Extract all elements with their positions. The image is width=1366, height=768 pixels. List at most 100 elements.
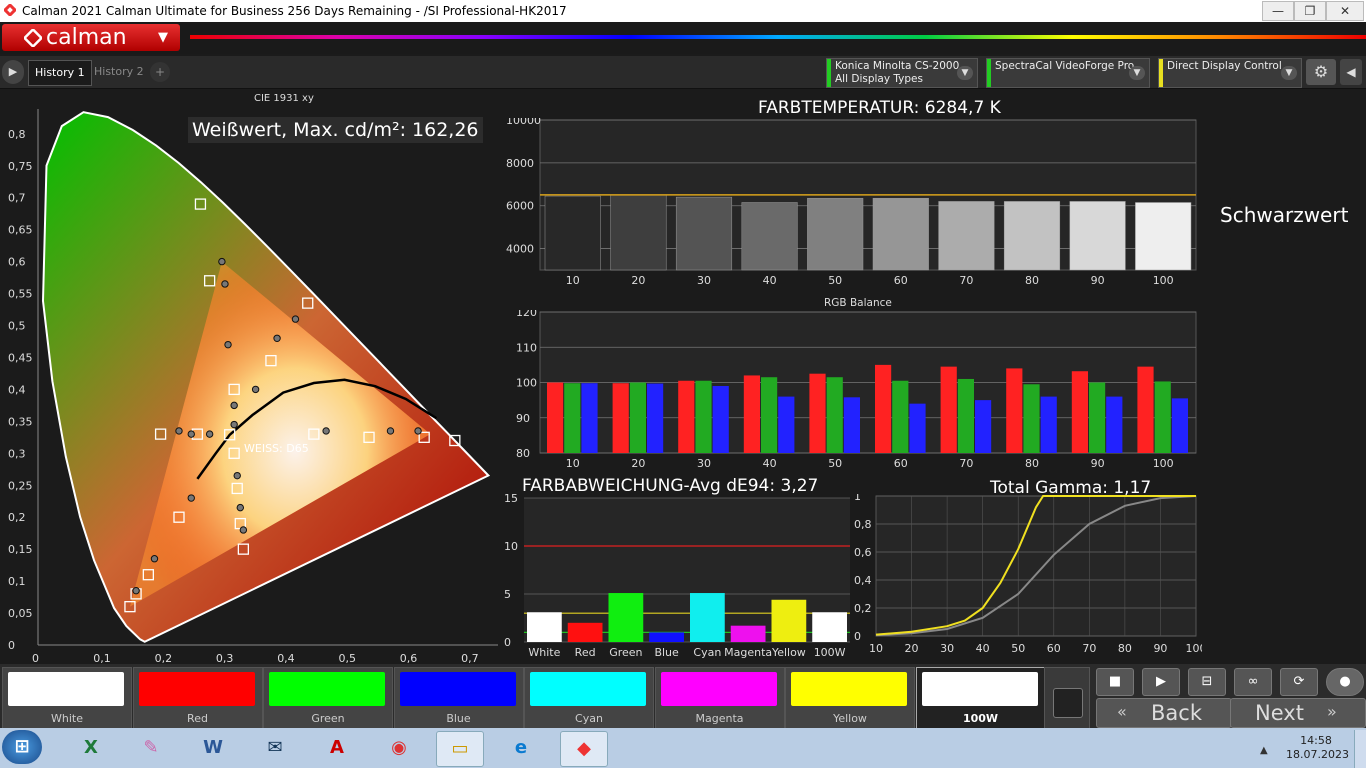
start-button[interactable]: ⊞ <box>2 730 42 764</box>
swatch-color <box>8 672 124 706</box>
gamma-x-tick: 90 <box>1153 642 1167 655</box>
swatch-label: 100W <box>962 712 999 725</box>
rgb-bar-blue <box>1040 396 1057 453</box>
rgb-x-tick: 70 <box>959 457 973 470</box>
rgb-y-tick: 90 <box>516 412 530 425</box>
swatch-100w[interactable]: 100W <box>915 667 1046 729</box>
pattern-toggle[interactable] <box>1044 667 1090 729</box>
swatch-color <box>921 672 1038 706</box>
thunderbird-icon[interactable]: ✉ <box>252 731 298 765</box>
swatch-yellow[interactable]: Yellow <box>785 667 915 729</box>
measured-point <box>187 494 195 502</box>
rgb-bar-red <box>743 375 760 453</box>
collapse-arrow-icon[interactable]: ◀ <box>1340 59 1362 85</box>
maximize-button[interactable]: ❐ <box>1294 1 1326 21</box>
rgb-bar-red <box>1071 371 1088 453</box>
add-tab-button[interactable]: + <box>150 62 170 82</box>
colortemp-title: FARBTEMPERATUR: 6284,7 K <box>758 98 1001 118</box>
display-control-selector[interactable]: Direct Display Control ▼ <box>1158 58 1302 88</box>
swatch-color <box>269 672 385 706</box>
clock[interactable]: 14:58 18.07.2023 <box>1286 734 1349 762</box>
word-icon[interactable]: W <box>190 731 236 765</box>
back-button[interactable]: « Back <box>1096 698 1232 728</box>
rgb-bar-blue <box>778 396 795 453</box>
deltae-y-tick: 5 <box>504 588 511 601</box>
excel-icon[interactable]: X <box>68 731 114 765</box>
colortemp-bar <box>1003 201 1061 271</box>
display-status-stripe <box>1159 59 1163 87</box>
tab-history-1[interactable]: History 1 <box>28 60 92 86</box>
meter-status-stripe <box>827 59 831 87</box>
swatch-blue[interactable]: Blue <box>393 667 524 729</box>
calman-label: calman <box>46 25 127 50</box>
explorer-icon[interactable]: ▭ <box>436 731 484 767</box>
calman-menu-button[interactable]: calman ▼ <box>2 24 180 51</box>
stop-icon[interactable]: ■ <box>1096 668 1134 696</box>
minimize-button[interactable]: — <box>1262 1 1294 21</box>
edge-icon[interactable]: e <box>498 731 544 765</box>
deltae-x-tick: Green <box>609 646 642 659</box>
meter-selector[interactable]: Konica Minolta CS-2000 All Display Types … <box>826 58 978 88</box>
clock-time: 14:58 <box>1300 734 1332 747</box>
gamma-chart: 0 0,2 0,4 0,6 0,8 1 10 20 30 40 50 60 70 80 90 100 <box>854 494 1202 655</box>
rgb-x-tick: 100 <box>1153 457 1174 470</box>
loop-icon[interactable]: ∞ <box>1234 668 1272 696</box>
deltae-bar <box>608 593 644 642</box>
black-level-label: Schwarzwert <box>1220 203 1349 227</box>
swatch-color <box>660 672 777 706</box>
tray-arrow-icon[interactable]: ▲ <box>1260 745 1268 756</box>
measured-point <box>224 340 232 349</box>
title-bar: Calman 2021 Calman Ultimate for Business… <box>0 0 1366 22</box>
swatch-label: Yellow <box>833 712 867 725</box>
rgb-bar-green <box>1089 382 1106 453</box>
swatch-red[interactable]: Red <box>132 667 263 729</box>
gear-icon[interactable]: ⚙ <box>1306 59 1336 85</box>
deltae-chart: 0 5 10 15 White Red Green Blue Cyan Magenta Yellow… <box>504 494 850 659</box>
rgb-bar-blue <box>712 386 729 453</box>
display-control-name: Direct Display Control <box>1167 60 1282 72</box>
gamma-x-tick: 50 <box>1011 642 1025 655</box>
gamma-x-tick: 10 <box>869 642 883 655</box>
swatch-magenta[interactable]: Magenta <box>654 667 785 729</box>
cie-y-tick: 0,4 <box>8 383 26 396</box>
cie-y-tick: 0,6 <box>8 256 26 269</box>
paint-icon[interactable]: ✎ <box>128 731 174 765</box>
next-button[interactable]: Next » <box>1230 698 1366 728</box>
show-desktop-button[interactable] <box>1354 730 1366 768</box>
measured-point <box>175 427 183 435</box>
gamma-x-tick: 60 <box>1047 642 1061 655</box>
record-icon[interactable]: ● <box>1326 668 1364 696</box>
rgb-x-tick: 80 <box>1025 457 1039 470</box>
play-icon[interactable]: ▶ <box>1142 668 1180 696</box>
rgb-x-tick: 50 <box>828 457 842 470</box>
nav-arrow-button[interactable]: ▶ <box>2 60 24 84</box>
step-icon[interactable]: ⊟ <box>1188 668 1226 696</box>
swatch-cyan[interactable]: Cyan <box>524 667 654 729</box>
deltae-y-tick: 10 <box>504 540 518 553</box>
swatch-green[interactable]: Green <box>263 667 393 729</box>
tab-history-2[interactable]: History 2 <box>88 60 150 84</box>
calman-taskbar-icon[interactable]: ◆ <box>560 731 608 767</box>
colortemp-x-tick: 70 <box>959 274 973 287</box>
colortemp-x-tick: 60 <box>894 274 908 287</box>
chrome-icon[interactable]: ◉ <box>376 731 422 765</box>
acrobat-icon[interactable]: A <box>314 731 360 765</box>
swatch-label: Cyan <box>575 712 603 725</box>
generator-selector[interactable]: SpectraCal VideoForge Pro ▼ <box>986 58 1150 88</box>
rgb-x-tick: 30 <box>697 457 711 470</box>
colortemp-x-tick: 90 <box>1091 274 1105 287</box>
gamma-y-tick: 0,4 <box>854 574 872 587</box>
swatch-label: White <box>51 712 83 725</box>
measured-point <box>205 430 214 438</box>
colortemp-bar <box>544 195 601 271</box>
measured-point <box>233 471 241 480</box>
deltae-x-tick: White <box>528 646 560 659</box>
close-button[interactable]: ✕ <box>1326 1 1364 21</box>
cie-y-tick: 0,15 <box>8 543 33 556</box>
swatch-white[interactable]: White <box>2 667 132 729</box>
colortemp-y-tick: 10000 <box>506 118 541 127</box>
refresh-icon[interactable]: ⟳ <box>1280 668 1318 696</box>
rgb-bar-red <box>1137 366 1154 453</box>
measured-point <box>187 430 195 438</box>
next-arrow-icon: » <box>1327 702 1337 721</box>
